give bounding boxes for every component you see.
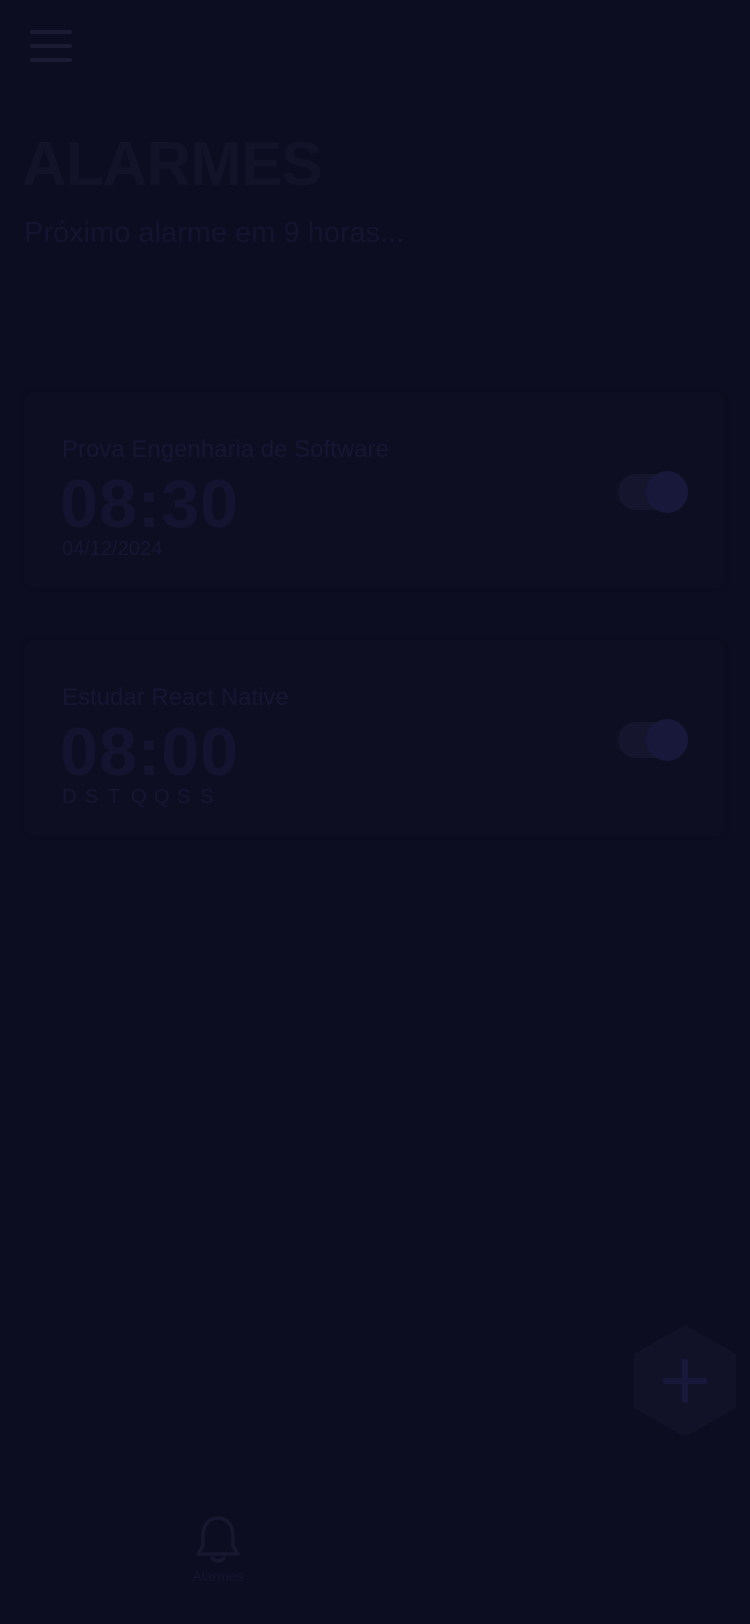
alarm-toggle[interactable] (618, 471, 688, 513)
day-letter: Q (131, 786, 147, 808)
day-letter: S (200, 786, 214, 808)
toggle-knob (646, 471, 688, 513)
alarm-toggle[interactable] (618, 719, 688, 761)
alarm-name: Estudar React Native (62, 684, 289, 711)
alarm-time: 08:00 (60, 714, 239, 790)
menu-line (30, 58, 72, 62)
alarm-time: 08:30 (60, 466, 239, 542)
day-letter: S (85, 786, 99, 808)
alarms-screen: ALARMES Próximo alarme em 9 horas... Pro… (0, 0, 750, 1624)
alarm-days: D S T Q Q S S (62, 786, 223, 809)
plus-icon (634, 1325, 736, 1437)
next-alarm-subtitle: Próximo alarme em 9 horas... (24, 217, 405, 249)
alarm-name: Prova Engenharia de Software (62, 436, 389, 463)
toggle-knob (646, 719, 688, 761)
add-alarm-button[interactable] (632, 1323, 738, 1439)
day-letter: Q (154, 786, 170, 808)
bottom-navigation: Alarmes (0, 1500, 750, 1624)
nav-item-alarms[interactable]: Alarmes (178, 1514, 258, 1594)
nav-label: Alarmes (192, 1568, 244, 1584)
alarm-date: 04/12/2024 (62, 538, 163, 560)
alarm-card[interactable]: Prova Engenharia de Software 08:30 04/12… (24, 392, 724, 588)
menu-line (30, 30, 72, 34)
day-letter: T (108, 786, 121, 808)
alarm-card[interactable]: Estudar React Native 08:00 D S T Q Q S S (24, 640, 724, 836)
menu-line (30, 44, 72, 48)
day-letter: D (62, 786, 77, 808)
day-letter: S (177, 786, 191, 808)
page-title: ALARMES (22, 130, 323, 199)
bell-icon (196, 1516, 240, 1563)
hamburger-menu-icon[interactable] (28, 28, 74, 66)
